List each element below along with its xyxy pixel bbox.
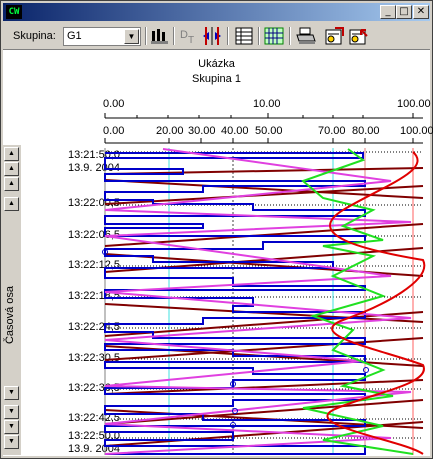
arrows-icon[interactable] bbox=[201, 26, 223, 46]
minimize-button[interactable]: _ bbox=[380, 5, 396, 19]
title-bar[interactable]: CW _ □ ✕ bbox=[3, 3, 430, 21]
maximize-button[interactable]: □ bbox=[396, 5, 412, 19]
print-icon[interactable] bbox=[295, 26, 317, 46]
toolbar: Skupina: G1 ▼ DT bbox=[3, 23, 430, 49]
group-select-value: G1 bbox=[67, 30, 82, 42]
chevron-down-icon[interactable]: ▼ bbox=[124, 29, 139, 44]
toolbar-separator bbox=[173, 27, 175, 45]
toolbar-separator bbox=[258, 27, 260, 45]
svg-text:D: D bbox=[180, 29, 188, 41]
svg-text:T: T bbox=[188, 35, 194, 46]
grid-icon[interactable] bbox=[263, 26, 285, 46]
plot-area: Ukázka Skupina 1 0.00 10.00 100.00 0.00 … bbox=[3, 49, 433, 456]
bar-settings-icon[interactable] bbox=[149, 26, 171, 46]
table-icon[interactable] bbox=[233, 26, 255, 46]
export-icon[interactable] bbox=[323, 26, 345, 46]
signal-plot bbox=[102, 148, 426, 455]
toolbar-separator bbox=[289, 27, 291, 45]
import-icon[interactable] bbox=[347, 26, 369, 46]
group-select[interactable]: G1 ▼ bbox=[63, 27, 141, 46]
dt-icon[interactable]: DT bbox=[178, 26, 200, 46]
app-icon: CW bbox=[6, 5, 22, 19]
group-label: Skupina: bbox=[13, 30, 56, 42]
toolbar-separator bbox=[145, 27, 147, 45]
app-window: CW _ □ ✕ Skupina: G1 ▼ DT Ukázka Skupina… bbox=[0, 0, 433, 459]
toolbar-separator bbox=[227, 27, 229, 45]
close-button[interactable]: ✕ bbox=[413, 5, 429, 19]
